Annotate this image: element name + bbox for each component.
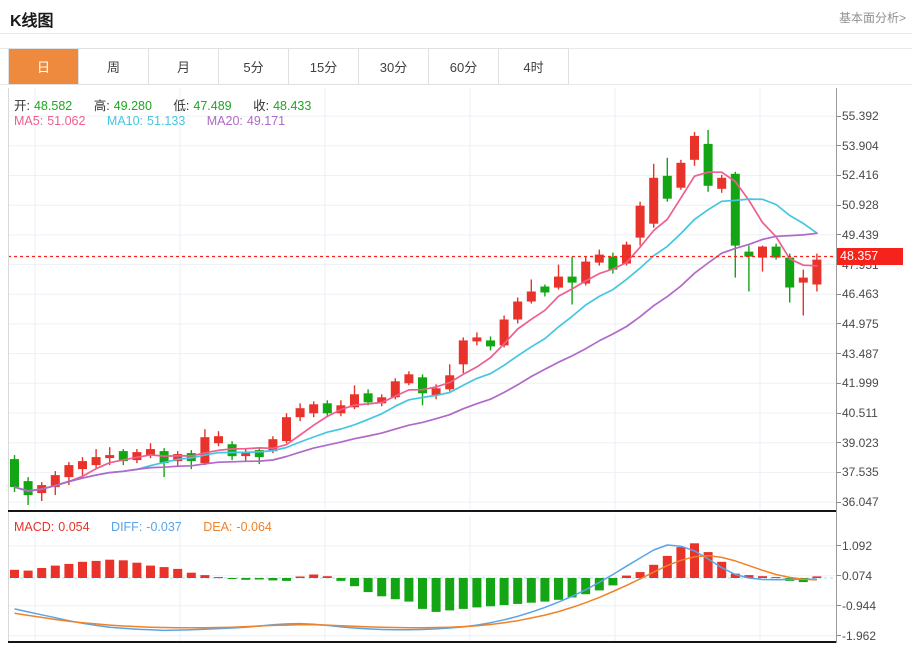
y-axis-label: 40.511 (842, 406, 878, 420)
ma5-value: 51.062 (47, 114, 85, 128)
ma10-value: 51.133 (147, 114, 185, 128)
y-axis-label: -0.944 (842, 599, 876, 613)
open-value: 48.582 (34, 99, 72, 113)
candles-group (10, 130, 821, 505)
diff-label: DIFF: (111, 520, 142, 534)
macd-bottom-border (8, 641, 836, 643)
tab-60min[interactable]: 60分 (429, 49, 499, 84)
tab-week[interactable]: 周 (79, 49, 149, 84)
y-axis-label: 39.023 (842, 436, 879, 450)
title-divider (0, 33, 912, 34)
macd-label: MACD: (14, 520, 54, 534)
tab-day[interactable]: 日 (9, 49, 79, 84)
y-axis-label: 37.535 (842, 465, 879, 479)
macd-legend: MACD: 0.054 DIFF: -0.037 DEA: -0.064 (14, 520, 276, 534)
close-value: 48.433 (273, 99, 311, 113)
high-label: 高: (94, 99, 110, 113)
y-axis-label: 36.047 (842, 495, 879, 509)
close-label: 收: (253, 99, 269, 113)
y-axis-label: 52.416 (842, 168, 879, 182)
y-axis-label: 43.487 (842, 347, 879, 361)
open-label: 开: (14, 99, 30, 113)
low-label: 低: (173, 99, 189, 113)
y-axis-label: 49.439 (842, 228, 879, 242)
tab-5min[interactable]: 5分 (219, 49, 289, 84)
plot-left-border (8, 88, 9, 643)
plot-right-axis-line (836, 88, 837, 643)
period-tabbar: 日 周 月 5分 15分 30分 60分 4时 (8, 48, 569, 85)
kline-page: K线图 基本面分析> 日 周 月 5分 15分 30分 60分 4时 开: 48.… (0, 0, 912, 649)
diff-value: -0.037 (146, 520, 181, 534)
ma10-label: MA10: (107, 114, 143, 128)
last-price-marker: 48.357 (837, 248, 903, 265)
y-axis-label: 46.463 (842, 287, 879, 301)
dea-label: DEA: (203, 520, 232, 534)
dea-value: -0.064 (236, 520, 271, 534)
main-chart-bottom-border (8, 510, 836, 512)
macd-y-axis: 1.092 0.074 -0.944 -1.962 (836, 515, 912, 641)
page-title: K线图 (10, 7, 54, 31)
high-value: 49.280 (114, 99, 152, 113)
ma20-label: MA20: (207, 114, 243, 128)
y-axis-label: 55.392 (842, 109, 879, 123)
y-axis-label: 53.904 (842, 139, 879, 153)
tab-month[interactable]: 月 (149, 49, 219, 84)
ma20-value: 49.171 (247, 114, 285, 128)
y-axis-label: 44.975 (842, 317, 879, 331)
y-axis-label: 41.999 (842, 376, 879, 390)
ma-legend: MA5: 51.062 MA10: 51.133 MA20: 49.171 (14, 114, 289, 128)
candlestick-canvas (8, 88, 836, 511)
y-axis-label: 50.928 (842, 198, 879, 212)
ohlc-legend: 开: 48.582 高: 49.280 低: 47.489 收: 48.433 (14, 95, 315, 114)
price-y-axis: 55.39253.90452.41650.92849.43947.95146.4… (836, 88, 912, 511)
ma10-line (15, 199, 817, 491)
tab-15min[interactable]: 15分 (289, 49, 359, 84)
tab-4hour[interactable]: 4时 (499, 49, 568, 84)
main-chart[interactable] (8, 88, 836, 511)
y-axis-label: -1.962 (842, 629, 876, 643)
ma5-label: MA5: (14, 114, 43, 128)
y-axis-label: 0.074 (842, 569, 872, 583)
low-value: 47.489 (193, 99, 231, 113)
fundamental-analysis-link[interactable]: 基本面分析> (839, 9, 906, 26)
y-axis-label: 1.092 (842, 539, 872, 553)
macd-value: 0.054 (58, 520, 89, 534)
tab-30min[interactable]: 30分 (359, 49, 429, 84)
